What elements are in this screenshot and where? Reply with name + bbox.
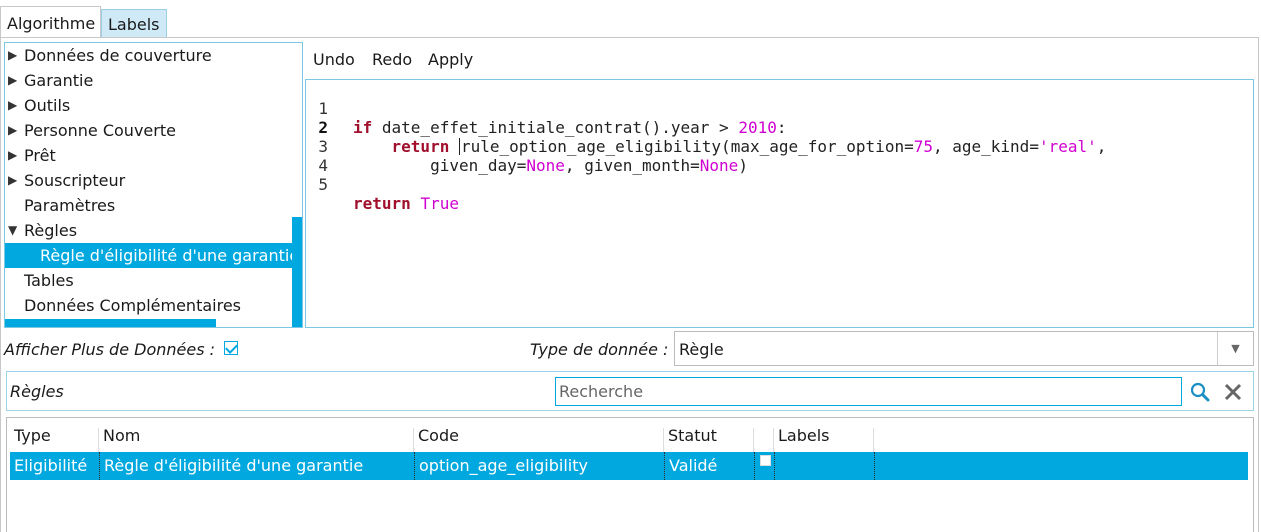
tree-item-label: Tables xyxy=(24,271,74,290)
search-input[interactable] xyxy=(555,377,1182,406)
tree-item-garantie[interactable]: ▶ Garantie xyxy=(5,68,292,93)
code-line-active: 2 return rule_option_age_eligibility(max… xyxy=(306,99,1106,156)
undo-button[interactable]: Undo xyxy=(313,50,355,72)
column-header-code[interactable]: Code xyxy=(414,428,664,452)
apply-button[interactable]: Apply xyxy=(428,50,473,72)
dropdown-arrow-icon[interactable]: ▼ xyxy=(1217,332,1253,365)
rules-section-label: Règles xyxy=(10,382,64,401)
code-line: 5 return True xyxy=(306,156,459,213)
clear-search-icon[interactable] xyxy=(1222,381,1244,403)
column-header-statut[interactable]: Statut xyxy=(664,428,754,452)
redo-button[interactable]: Redo xyxy=(372,50,412,72)
column-header-nom[interactable]: Nom xyxy=(99,428,414,452)
cell-divider xyxy=(99,452,100,480)
tree-item-regle-eligibilite[interactable]: Règle d'éligibilité d'une garantie xyxy=(5,243,299,268)
cell-statut: Validé xyxy=(669,456,718,475)
column-header-type[interactable]: Type xyxy=(10,428,99,452)
tree-item-donnees-complementaires[interactable]: Données Complémentaires xyxy=(5,293,292,318)
code-line: 4 xyxy=(306,137,345,175)
data-type-label: Type de donnée : xyxy=(530,340,669,359)
tab-algorithme[interactable]: Algorithme xyxy=(0,6,101,37)
text-cursor xyxy=(458,138,460,155)
tree-item-label: Règles xyxy=(24,221,78,240)
tree-item-label: Souscripteur xyxy=(24,171,126,190)
row-checkbox[interactable] xyxy=(760,455,771,466)
code-text: if date_effet_initiale_contrat().year > … xyxy=(353,118,787,137)
expand-arrow-icon[interactable]: ▶ xyxy=(8,68,17,93)
collapse-arrow-icon[interactable]: ▼ xyxy=(8,218,17,243)
tree-item-pret[interactable]: ▶ Prêt xyxy=(5,143,292,168)
cell-divider xyxy=(754,452,755,480)
table-row[interactable]: Eligibilité Règle d'éligibilité d'une ga… xyxy=(10,452,1248,480)
tree-item-label: Données de couverture xyxy=(24,46,212,65)
tree-horizontal-scrollbar[interactable] xyxy=(5,319,216,327)
tree-item-regles[interactable]: ▼ Règles xyxy=(5,218,292,243)
search-icon[interactable] xyxy=(1189,381,1211,403)
cell-divider xyxy=(414,452,415,480)
code-editor[interactable]: 1 if date_effet_initiale_contrat().year … xyxy=(305,79,1254,328)
expand-arrow-icon[interactable]: ▶ xyxy=(8,168,17,193)
tab-labels-label: Labels xyxy=(108,15,160,34)
cell-type: Eligibilité xyxy=(14,456,88,475)
data-tree[interactable]: ▶ Données de couverture ▶ Garantie ▶ Outils… xyxy=(4,42,303,328)
tree-item-parametres[interactable]: Paramètres xyxy=(5,193,292,218)
tree-item-label: Règle d'éligibilité d'une garantie xyxy=(40,246,300,265)
cell-divider xyxy=(664,452,665,480)
code-line: 1 if date_effet_initiale_contrat().year … xyxy=(306,80,786,137)
data-type-value: Règle xyxy=(679,340,724,359)
tree-item-label: Personne Couverte xyxy=(24,121,176,140)
tree-item-tables[interactable]: Tables xyxy=(5,268,292,293)
tree-item-label: Garantie xyxy=(24,71,94,90)
cell-divider xyxy=(774,452,775,480)
tree-item-outils[interactable]: ▶ Outils xyxy=(5,93,292,118)
more-data-label: Afficher Plus de Données : xyxy=(4,340,216,359)
column-header-labels[interactable]: Labels xyxy=(774,428,874,452)
column-header-check[interactable] xyxy=(754,428,774,452)
tree-item-donnees-de-couverture[interactable]: ▶ Données de couverture xyxy=(5,43,292,68)
tree-item-label: Outils xyxy=(24,96,71,115)
tree-item-label: Prêt xyxy=(24,146,56,165)
tree-item-label: Données Complémentaires xyxy=(24,296,241,315)
tree-vertical-scrollbar[interactable] xyxy=(292,217,302,327)
cell-code: option_age_eligibility xyxy=(419,456,588,475)
line-number: 5 xyxy=(318,175,328,194)
data-type-select[interactable]: Règle ▼ xyxy=(674,331,1254,366)
tree-item-souscripteur[interactable]: ▶ Souscripteur xyxy=(5,168,292,193)
tree-item-personne-couverte[interactable]: ▶ Personne Couverte xyxy=(5,118,292,143)
cell-nom: Règle d'éligibilité d'une garantie xyxy=(104,456,364,475)
cell-divider xyxy=(874,452,875,480)
tab-labels[interactable]: Labels xyxy=(101,9,167,37)
expand-arrow-icon[interactable]: ▶ xyxy=(8,143,17,168)
code-text: given_day=None, given_month=None) xyxy=(353,156,748,175)
code-text: return rule_option_age_eligibility(max_a… xyxy=(391,137,1107,156)
more-data-checkbox[interactable] xyxy=(224,341,238,355)
code-text: return True xyxy=(353,194,459,213)
tab-algorithme-label: Algorithme xyxy=(7,14,96,33)
code-line: 3 given_day=None, given_month=None) xyxy=(306,118,748,175)
expand-arrow-icon[interactable]: ▶ xyxy=(8,118,17,143)
expand-arrow-icon[interactable]: ▶ xyxy=(8,93,17,118)
expand-arrow-icon[interactable]: ▶ xyxy=(8,43,17,68)
tree-item-label: Paramètres xyxy=(24,196,116,215)
